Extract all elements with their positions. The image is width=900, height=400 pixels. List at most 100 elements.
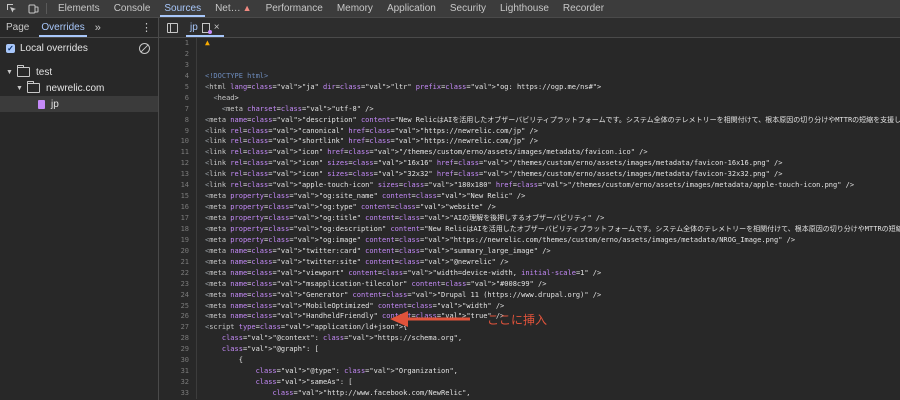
expand-caret-icon[interactable]: ▼ (6, 69, 14, 76)
code-line[interactable]: 19 <meta property=class="val">"og:image" … (159, 234, 900, 246)
more-tabs-icon[interactable]: » (91, 22, 105, 34)
line-number[interactable]: 30 (159, 355, 196, 366)
line-number[interactable]: 7 (159, 104, 196, 115)
line-number[interactable]: 32 (159, 377, 196, 388)
line-number[interactable]: 24 (159, 290, 196, 301)
tab-page[interactable]: Page (0, 18, 35, 37)
code-line[interactable]: 31 class="val">"@type": class="val">"Org… (159, 366, 900, 378)
line-number[interactable]: 14 (159, 180, 196, 191)
code-area[interactable]: 1 ▲ 2 3 4 <!DOCTYPE html> 5 <html lang=class="v… (159, 38, 900, 400)
code-line[interactable]: 23 <meta name=class="val">"msapplication-… (159, 278, 900, 290)
annotation-arrow-icon (390, 311, 470, 327)
code-line[interactable]: 14 <link rel=class="val">"apple-touch-ico… (159, 180, 900, 192)
line-number[interactable]: 20 (159, 246, 196, 257)
code-line[interactable]: 18 <meta property=class="val">"og:descrip… (159, 223, 900, 235)
local-overrides-checkbox[interactable]: ✓ (6, 43, 15, 53)
close-icon[interactable]: × (214, 22, 220, 33)
line-number[interactable]: 25 (159, 301, 196, 312)
tree-item-jp[interactable]: jp (0, 96, 158, 112)
line-number[interactable]: 29 (159, 344, 196, 355)
code-line[interactable]: 6 <head> (159, 92, 900, 104)
code-line[interactable]: 32 class="val">"sameAs": [ (159, 377, 900, 388)
code-text: <!DOCTYPE html> (196, 70, 900, 82)
line-number[interactable]: 31 (159, 366, 196, 377)
line-number[interactable]: 22 (159, 268, 196, 279)
code-line[interactable]: 24 <meta name=class="val">"Generator" con… (159, 289, 900, 301)
code-line[interactable]: 4 <!DOCTYPE html> (159, 70, 900, 82)
line-number[interactable]: 15 (159, 191, 196, 202)
code-line[interactable]: 17 <meta property=class="val">"og:title" … (159, 213, 900, 224)
line-number[interactable]: 11 (159, 147, 196, 158)
tree-item-newrelic[interactable]: ▼ newrelic.com (0, 80, 158, 96)
inspect-element-icon[interactable] (0, 0, 22, 17)
tab-performance[interactable]: Performance (259, 0, 330, 17)
code-text: <link rel=class="val">"shortlink" href=c… (196, 136, 900, 148)
code-line[interactable]: 5 <html lang=class="val">"ja" dir=class="… (159, 81, 900, 93)
line-number[interactable]: 4 (159, 71, 196, 82)
code-line[interactable]: 7 <meta charset=class="val">"utf-8" /> (159, 103, 900, 115)
code-line[interactable]: 22 <meta name=class="val">"viewport" cont… (159, 267, 900, 279)
line-number[interactable]: 27 (159, 322, 196, 333)
code-line[interactable]: 2 (159, 48, 900, 60)
code-line[interactable]: 25 <meta name=class="val">"MobileOptimize… (159, 300, 900, 312)
line-number[interactable]: 3 (159, 60, 196, 71)
line-number[interactable]: 18 (159, 224, 196, 235)
line-number[interactable]: 8 (159, 115, 196, 126)
editor-tab-jp[interactable]: jp × (186, 18, 224, 37)
code-line[interactable]: 1 ▲ (159, 38, 900, 49)
line-number[interactable]: 33 (159, 388, 196, 399)
code-line[interactable]: 21 <meta name=class="val">"twitter:site" … (159, 256, 900, 268)
line-number[interactable]: 5 (159, 82, 196, 93)
code-line[interactable]: 13 <link rel=class="val">"icon" sizes=cla… (159, 169, 900, 181)
expand-caret-icon[interactable]: ▼ (16, 85, 24, 92)
clear-overrides-icon[interactable] (139, 42, 150, 54)
tab-overrides[interactable]: Overrides (35, 18, 90, 37)
folder-icon (17, 65, 30, 77)
code-line[interactable]: 3 (159, 59, 900, 71)
code-line[interactable]: 28 class="val">"@context": class="val">"… (159, 333, 900, 345)
line-number[interactable]: 6 (159, 93, 196, 104)
code-line[interactable]: 16 <meta property=class="val">"og:type" c… (159, 202, 900, 213)
code-line[interactable]: 10 <link rel=class="val">"shortlink" href… (159, 136, 900, 148)
tree-item-label: newrelic.com (46, 82, 105, 94)
line-number[interactable]: 9 (159, 126, 196, 137)
code-line[interactable]: 9 <link rel=class="val">"canonical" href=… (159, 125, 900, 137)
code-line[interactable]: 12 <link rel=class="val">"icon" sizes=cla… (159, 158, 900, 170)
tab-sources[interactable]: Sources (157, 0, 208, 17)
tab-application[interactable]: Application (380, 0, 443, 17)
code-text: <meta property=class="val">"og:site_name… (196, 191, 900, 203)
line-number[interactable]: 13 (159, 169, 196, 180)
tree-item-test[interactable]: ▼ test (0, 64, 158, 80)
line-number[interactable]: 17 (159, 213, 196, 224)
tab-elements[interactable]: Elements (51, 0, 107, 17)
tab-lighthouse[interactable]: Lighthouse (493, 0, 556, 17)
code-line[interactable]: 33 class="val">"http://www.facebook.com/… (159, 388, 900, 399)
code-line[interactable]: 20 <meta name=class="val">"twitter:card" … (159, 245, 900, 257)
tab-security[interactable]: Security (443, 0, 493, 17)
line-number[interactable]: 16 (159, 202, 196, 213)
code-text: class="val">"sameAs": [ (196, 377, 900, 388)
code-line[interactable]: 29 class="val">"@graph": [ (159, 344, 900, 356)
line-number[interactable]: 10 (159, 136, 196, 147)
line-number[interactable]: 28 (159, 333, 196, 344)
toggle-navigator-icon[interactable] (167, 22, 178, 33)
tab-network[interactable]: Net… ▲ (208, 0, 258, 17)
code-line[interactable]: 15 <meta property=class="val">"og:site_na… (159, 191, 900, 203)
tab-memory[interactable]: Memory (330, 0, 380, 17)
tab-recorder[interactable]: Recorder (556, 0, 611, 17)
device-toolbar-icon[interactable] (22, 0, 44, 17)
line-number[interactable]: 23 (159, 279, 196, 290)
line-number[interactable]: 2 (159, 49, 196, 60)
line-number[interactable]: 12 (159, 158, 196, 169)
line-number[interactable]: 1 (159, 38, 196, 49)
code-text: <meta property=class="val">"og:image" co… (196, 234, 900, 246)
line-number[interactable]: 21 (159, 257, 196, 268)
local-overrides-toggle[interactable]: ✓ Local overrides (0, 38, 158, 58)
line-number[interactable]: 26 (159, 311, 196, 322)
tab-console[interactable]: Console (107, 0, 158, 17)
line-number[interactable]: 19 (159, 235, 196, 246)
more-options-icon[interactable]: ⋮ (141, 21, 158, 34)
code-line[interactable]: 8 <meta name=class="val">"description" co… (159, 114, 900, 126)
code-line[interactable]: 11 <link rel=class="val">"icon" href=clas… (159, 147, 900, 159)
code-line[interactable]: 30 { (159, 355, 900, 367)
